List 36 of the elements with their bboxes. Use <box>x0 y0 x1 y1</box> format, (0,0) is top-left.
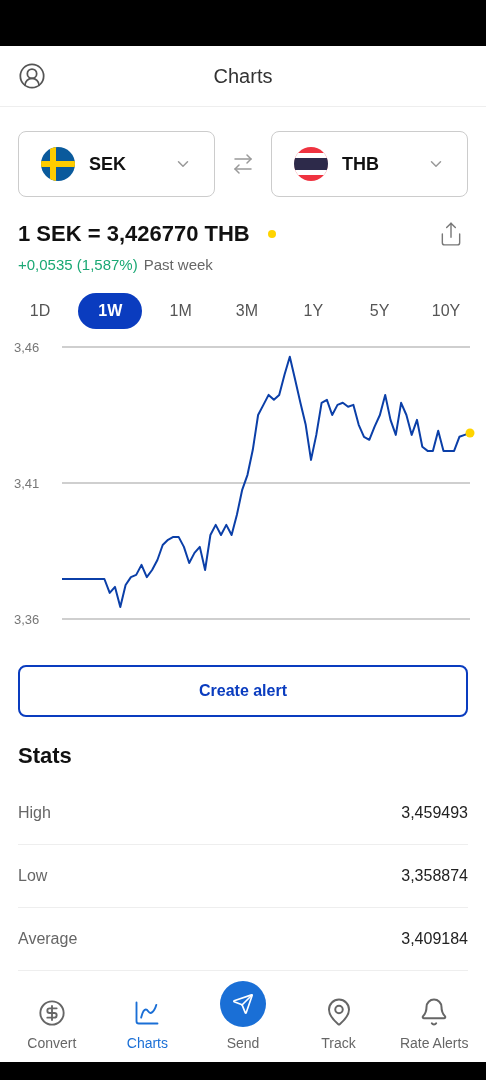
stat-value: 3,459493 <box>401 802 468 823</box>
range-tab[interactable]: 10Y <box>417 292 474 329</box>
nav-tab[interactable]: Send <box>197 981 289 1054</box>
sweden-flag-icon <box>41 147 75 181</box>
nav-tab[interactable]: Rate Alerts <box>388 997 481 1054</box>
swap-icon[interactable] <box>231 152 255 176</box>
nav-tab[interactable]: Convert <box>5 999 98 1054</box>
currency-selector[interactable]: THB <box>271 131 468 197</box>
range-tab[interactable]: 1Y <box>285 292 342 329</box>
range-tab[interactable]: 3M <box>219 292 275 329</box>
thailand-flag-icon <box>294 147 328 181</box>
page-title: Charts <box>213 64 273 89</box>
send-icon <box>220 981 266 1027</box>
stat-value: 3,409184 <box>401 928 468 949</box>
coin-icon <box>37 999 66 1027</box>
create-alert-button[interactable]: Create alert <box>18 664 468 717</box>
range-tab[interactable]: 1W <box>78 292 143 329</box>
range-tab[interactable]: 1M <box>152 292 209 329</box>
nav-tab[interactable]: Charts <box>101 999 194 1054</box>
axis-label: 3,36 <box>14 611 40 627</box>
currency-selector[interactable]: SEK <box>18 131 215 197</box>
nav-tab[interactable]: Track <box>292 997 385 1054</box>
range-tab[interactable]: 1D <box>12 292 68 329</box>
stat-label: Low <box>18 865 48 886</box>
period-label: Past week <box>143 255 213 275</box>
stats-heading: Stats <box>17 741 73 770</box>
rate-change: +0,0535 (1,587%) <box>18 255 138 275</box>
current-point <box>465 427 475 437</box>
axis-label: 3,46 <box>14 339 40 355</box>
stat-label: High <box>18 802 51 823</box>
stat-label: Average <box>18 928 78 949</box>
stat-value: 3,358874 <box>401 865 468 886</box>
range-tab[interactable]: 5Y <box>351 292 408 329</box>
exchange-rate: 1 SEK = 3,426770 THB <box>18 220 250 248</box>
profile-icon[interactable] <box>18 62 46 90</box>
axis-label: 3,41 <box>14 475 40 491</box>
